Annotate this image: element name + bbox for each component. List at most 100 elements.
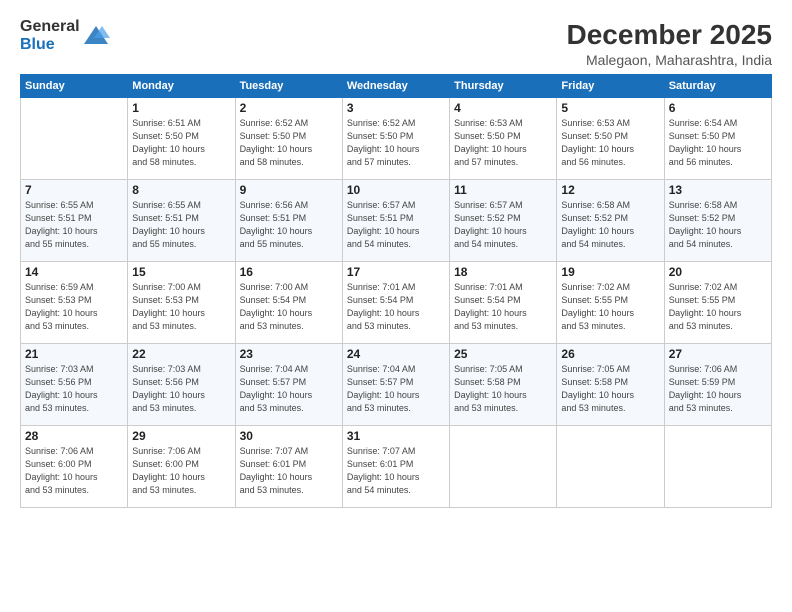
day-number: 16 [240,265,338,279]
location: Malegaon, Maharashtra, India [567,52,772,68]
calendar-cell: 4 Sunrise: 6:53 AM Sunset: 5:50 PM Daylig… [450,97,557,179]
day-info: Sunrise: 6:59 AM Sunset: 5:53 PM Dayligh… [25,281,123,333]
calendar-cell: 27Sunrise: 7:06 AM Sunset: 5:59 PM Dayli… [664,343,771,425]
day-info: Sunrise: 7:02 AM Sunset: 5:55 PM Dayligh… [669,281,767,333]
logo-blue: Blue [20,36,80,54]
calendar-cell: 19Sunrise: 7:02 AM Sunset: 5:55 PM Dayli… [557,261,664,343]
day-info: Sunrise: 6:57 AM Sunset: 5:51 PM Dayligh… [347,199,445,251]
calendar-cell: 11Sunrise: 6:57 AM Sunset: 5:52 PM Dayli… [450,179,557,261]
weekday-header-sunday: Sunday [21,74,128,97]
day-info: Sunrise: 7:00 AM Sunset: 5:53 PM Dayligh… [132,281,230,333]
day-info: Sunrise: 7:04 AM Sunset: 5:57 PM Dayligh… [347,363,445,415]
calendar-cell [450,425,557,507]
calendar-cell: 9 Sunrise: 6:56 AM Sunset: 5:51 PM Daylig… [235,179,342,261]
day-info: Sunrise: 7:06 AM Sunset: 5:59 PM Dayligh… [669,363,767,415]
day-number: 30 [240,429,338,443]
calendar-week-2: 7Sunrise: 6:55 AM Sunset: 5:51 PM Daylig… [21,179,772,261]
calendar-cell: 7Sunrise: 6:55 AM Sunset: 5:51 PM Daylig… [21,179,128,261]
calendar-cell: 20 Sunrise: 7:02 AM Sunset: 5:55 PM Dayli… [664,261,771,343]
day-info: Sunrise: 7:02 AM Sunset: 5:55 PM Dayligh… [561,281,659,333]
day-number: 20 [669,265,767,279]
calendar-cell: 31 Sunrise: 7:07 AM Sunset: 6:01 PM Dayli… [342,425,449,507]
weekday-header-friday: Friday [557,74,664,97]
calendar-cell [557,425,664,507]
weekday-header-tuesday: Tuesday [235,74,342,97]
day-info: Sunrise: 6:54 AM Sunset: 5:50 PM Dayligh… [669,117,767,169]
calendar-cell: 23 Sunrise: 7:04 AM Sunset: 5:57 PM Dayli… [235,343,342,425]
day-number: 23 [240,347,338,361]
day-info: Sunrise: 6:52 AM Sunset: 5:50 PM Dayligh… [347,117,445,169]
day-number: 31 [347,429,445,443]
day-info: Sunrise: 6:57 AM Sunset: 5:52 PM Dayligh… [454,199,552,251]
calendar-cell [664,425,771,507]
day-info: Sunrise: 7:07 AM Sunset: 6:01 PM Dayligh… [240,445,338,497]
day-number: 6 [669,101,767,115]
day-info: Sunrise: 6:58 AM Sunset: 5:52 PM Dayligh… [669,199,767,251]
calendar-cell [21,97,128,179]
calendar-week-4: 21 Sunrise: 7:03 AM Sunset: 5:56 PM Dayli… [21,343,772,425]
day-info: Sunrise: 7:07 AM Sunset: 6:01 PM Dayligh… [347,445,445,497]
day-info: Sunrise: 7:01 AM Sunset: 5:54 PM Dayligh… [454,281,552,333]
month-title: December 2025 [567,18,772,52]
day-number: 21 [25,347,123,361]
calendar-cell: 5 Sunrise: 6:53 AM Sunset: 5:50 PM Daylig… [557,97,664,179]
day-number: 1 [132,101,230,115]
day-info: Sunrise: 7:05 AM Sunset: 5:58 PM Dayligh… [561,363,659,415]
page-header: General Blue December 2025 Malegaon, Mah… [20,18,772,68]
day-info: Sunrise: 7:04 AM Sunset: 5:57 PM Dayligh… [240,363,338,415]
day-number: 15 [132,265,230,279]
day-number: 24 [347,347,445,361]
calendar-cell: 10Sunrise: 6:57 AM Sunset: 5:51 PM Dayli… [342,179,449,261]
calendar-week-3: 14Sunrise: 6:59 AM Sunset: 5:53 PM Dayli… [21,261,772,343]
logo-icon [82,22,110,50]
calendar-cell: 1 Sunrise: 6:51 AM Sunset: 5:50 PM Daylig… [128,97,235,179]
day-number: 29 [132,429,230,443]
day-number: 5 [561,101,659,115]
calendar-cell: 22Sunrise: 7:03 AM Sunset: 5:56 PM Dayli… [128,343,235,425]
calendar-cell: 3 Sunrise: 6:52 AM Sunset: 5:50 PM Daylig… [342,97,449,179]
calendar-cell: 17Sunrise: 7:01 AM Sunset: 5:54 PM Dayli… [342,261,449,343]
day-number: 4 [454,101,552,115]
calendar-cell: 13 Sunrise: 6:58 AM Sunset: 5:52 PM Dayli… [664,179,771,261]
day-number: 3 [347,101,445,115]
day-number: 25 [454,347,552,361]
day-number: 12 [561,183,659,197]
day-number: 9 [240,183,338,197]
day-number: 8 [132,183,230,197]
day-info: Sunrise: 6:52 AM Sunset: 5:50 PM Dayligh… [240,117,338,169]
day-number: 26 [561,347,659,361]
weekday-header-row: SundayMondayTuesdayWednesdayThursdayFrid… [21,74,772,97]
day-number: 18 [454,265,552,279]
calendar-cell: 14Sunrise: 6:59 AM Sunset: 5:53 PM Dayli… [21,261,128,343]
weekday-header-monday: Monday [128,74,235,97]
day-info: Sunrise: 7:06 AM Sunset: 6:00 PM Dayligh… [25,445,123,497]
calendar-cell: 29 Sunrise: 7:06 AM Sunset: 6:00 PM Dayli… [128,425,235,507]
day-number: 2 [240,101,338,115]
day-info: Sunrise: 6:53 AM Sunset: 5:50 PM Dayligh… [561,117,659,169]
calendar-cell: 21 Sunrise: 7:03 AM Sunset: 5:56 PM Dayli… [21,343,128,425]
day-info: Sunrise: 6:56 AM Sunset: 5:51 PM Dayligh… [240,199,338,251]
day-info: Sunrise: 7:00 AM Sunset: 5:54 PM Dayligh… [240,281,338,333]
day-info: Sunrise: 7:06 AM Sunset: 6:00 PM Dayligh… [132,445,230,497]
logo: General Blue [20,18,110,53]
calendar-cell: 30 Sunrise: 7:07 AM Sunset: 6:01 PM Dayli… [235,425,342,507]
calendar-page: General Blue December 2025 Malegaon, Mah… [0,0,792,612]
calendar-cell: 26 Sunrise: 7:05 AM Sunset: 5:58 PM Dayli… [557,343,664,425]
calendar-cell: 2 Sunrise: 6:52 AM Sunset: 5:50 PM Daylig… [235,97,342,179]
calendar-week-5: 28 Sunrise: 7:06 AM Sunset: 6:00 PM Dayli… [21,425,772,507]
day-number: 28 [25,429,123,443]
day-number: 22 [132,347,230,361]
day-info: Sunrise: 6:51 AM Sunset: 5:50 PM Dayligh… [132,117,230,169]
calendar-cell: 15 Sunrise: 7:00 AM Sunset: 5:53 PM Dayli… [128,261,235,343]
calendar-cell: 12Sunrise: 6:58 AM Sunset: 5:52 PM Dayli… [557,179,664,261]
weekday-header-wednesday: Wednesday [342,74,449,97]
calendar-cell: 18 Sunrise: 7:01 AM Sunset: 5:54 PM Dayli… [450,261,557,343]
day-info: Sunrise: 6:55 AM Sunset: 5:51 PM Dayligh… [132,199,230,251]
calendar-cell: 6 Sunrise: 6:54 AM Sunset: 5:50 PM Daylig… [664,97,771,179]
calendar-cell: 24 Sunrise: 7:04 AM Sunset: 5:57 PM Dayli… [342,343,449,425]
weekday-header-saturday: Saturday [664,74,771,97]
day-number: 13 [669,183,767,197]
day-info: Sunrise: 7:03 AM Sunset: 5:56 PM Dayligh… [25,363,123,415]
day-info: Sunrise: 6:53 AM Sunset: 5:50 PM Dayligh… [454,117,552,169]
day-info: Sunrise: 7:01 AM Sunset: 5:54 PM Dayligh… [347,281,445,333]
